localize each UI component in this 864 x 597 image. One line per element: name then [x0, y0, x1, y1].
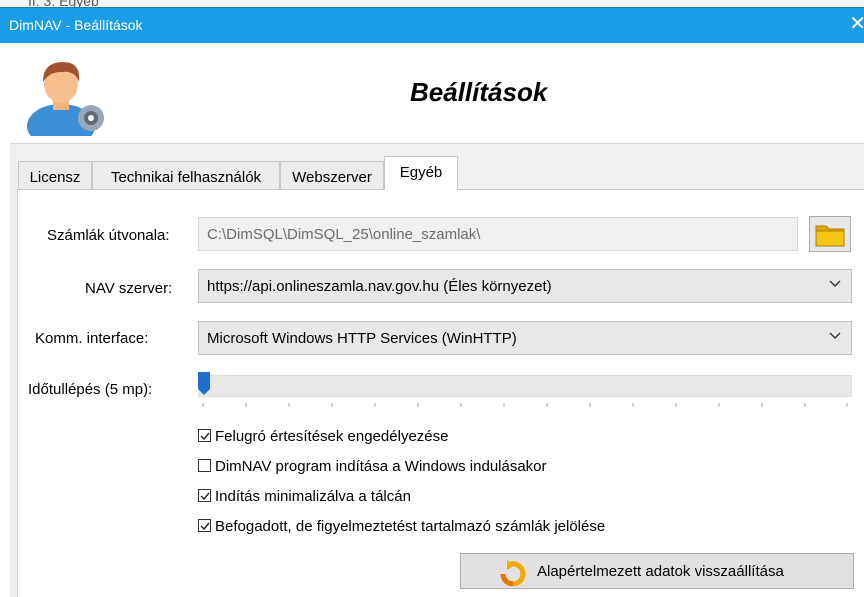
reset-defaults-label: Alapértelmezett adatok visszaállítása [537, 563, 784, 580]
checkbox-label: Felugró értesítések engedélyezése [215, 428, 449, 445]
user-settings-icon [27, 62, 104, 136]
chevron-down-icon [829, 332, 841, 339]
checkbox-label: DimNAV program indítása a Windows indulá… [215, 458, 547, 475]
dialog-heading: Beállítások [410, 77, 548, 107]
checkbox-mark-warnings[interactable]: Befogadott, de figyelmeztetést tartalmaz… [198, 518, 605, 535]
tab-technikai-felhasznalok[interactable]: Technikai felhasználók [92, 161, 280, 189]
checkbox-unchecked-icon[interactable] [198, 459, 211, 472]
checkbox-label: Indítás minimalizálva a tálcán [215, 488, 411, 505]
checkbox-label: Befogadott, de figyelmeztetést tartalmaz… [215, 518, 606, 535]
interface-value: Microsoft Windows HTTP Services (WinHTTP… [207, 330, 517, 347]
slider-thumb[interactable] [198, 372, 210, 396]
title-bar: DimNAV - Beállítások ✕ [0, 7, 864, 43]
checkbox-autostart[interactable]: DimNAV program indítása a Windows indulá… [198, 458, 547, 475]
close-icon[interactable]: ✕ [849, 14, 864, 34]
tab-webszerver[interactable]: Webszerver [280, 161, 384, 189]
interface-label: Komm. interface: [35, 330, 149, 347]
checkbox-checked-icon[interactable] [198, 429, 211, 442]
slider-ticks [202, 403, 848, 407]
tab-egyeb[interactable]: Egyéb [384, 156, 458, 190]
server-value: https://api.onlineszamla.nav.gov.hu (Éle… [207, 278, 552, 295]
server-select[interactable]: https://api.onlineszamla.nav.gov.hu (Éle… [198, 269, 852, 303]
timeout-slider[interactable] [198, 375, 852, 397]
server-label: NAV szerver: [85, 280, 173, 297]
dialog-header: Beállítások [10, 43, 864, 143]
checkbox-start-minimized[interactable]: Indítás minimalizálva a tálcán [198, 488, 411, 505]
timeout-label: Időtullépés (5 mp): [28, 381, 153, 398]
interface-select[interactable]: Microsoft Windows HTTP Services (WinHTTP… [198, 321, 852, 355]
chevron-down-icon [829, 280, 841, 287]
checkbox-checked-icon[interactable] [198, 519, 211, 532]
folder-icon [815, 225, 845, 247]
reset-defaults-button[interactable]: Alapértelmezett adatok visszaállítása [460, 553, 854, 589]
path-field[interactable]: C:\DimSQL\DimSQL_25\online_szamlak\ [198, 217, 798, 251]
path-label: Számlák útvonala: [47, 227, 170, 244]
tab-licensz[interactable]: Licensz [18, 161, 92, 189]
window-title: DimNAV - Beállítások [9, 17, 143, 33]
restore-icon [500, 560, 526, 586]
checkbox-notifications[interactable]: Felugró értesítések engedélyezése [198, 428, 448, 445]
checkbox-checked-icon[interactable] [198, 489, 211, 502]
browse-folder-button[interactable] [809, 216, 851, 252]
